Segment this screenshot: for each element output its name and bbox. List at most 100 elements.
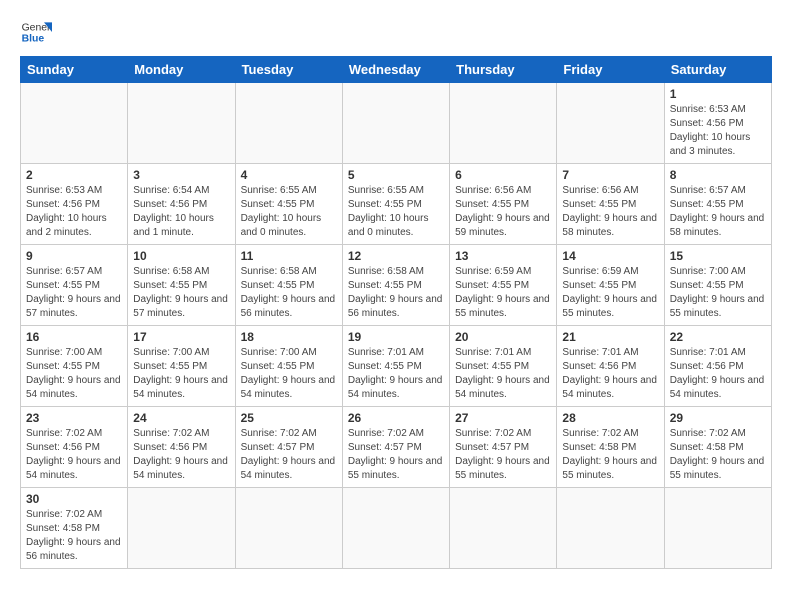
calendar-body: 1Sunrise: 6:53 AM Sunset: 4:56 PM Daylig… [21,83,772,569]
day-info: Sunrise: 7:01 AM Sunset: 4:56 PM Dayligh… [670,346,766,402]
calendar-cell [128,488,235,569]
day-info: Sunrise: 6:56 AM Sunset: 4:55 PM Dayligh… [455,184,551,240]
calendar-cell [664,488,771,569]
calendar-cell: 9 Sunrise: 6:57 AM Sunset: 4:55 PM Daylig… [21,245,128,326]
calendar-cell [342,83,449,164]
calendar-cell: 29 Sunrise: 7:02 AM Sunset: 4:58 PM Dayli… [664,407,771,488]
day-number: 12 [348,249,444,263]
day-info: Sunrise: 6:53 AM Sunset: 4:56 PM Dayligh… [26,184,122,240]
calendar-cell: 24Sunrise: 7:02 AM Sunset: 4:56 PM Dayli… [128,407,235,488]
calendar-cell: 5Sunrise: 6:55 AM Sunset: 4:55 PM Daylig… [342,164,449,245]
day-info: Sunrise: 6:59 AM Sunset: 4:55 PM Dayligh… [455,265,551,321]
calendar-cell [235,488,342,569]
day-number: 26 [348,411,444,425]
calendar-table: SundayMondayTuesdayWednesdayThursdayFrid… [20,56,772,569]
day-number: 8 [670,168,766,182]
day-info: Sunrise: 7:02 AM Sunset: 4:57 PM Dayligh… [348,427,444,483]
weekday-header-tuesday: Tuesday [235,57,342,83]
day-number: 10 [133,249,229,263]
day-number: 9 [26,249,122,263]
day-info: Sunrise: 6:58 AM Sunset: 4:55 PM Dayligh… [133,265,229,321]
calendar-cell [557,488,664,569]
day-info: Sunrise: 7:02 AM Sunset: 4:58 PM Dayligh… [562,427,658,483]
day-info: Sunrise: 7:02 AM Sunset: 4:57 PM Dayligh… [241,427,337,483]
day-info: Sunrise: 7:00 AM Sunset: 4:55 PM Dayligh… [241,346,337,402]
day-info: Sunrise: 6:58 AM Sunset: 4:55 PM Dayligh… [241,265,337,321]
logo: General Blue [20,16,52,48]
calendar-cell [128,83,235,164]
calendar-cell: 13Sunrise: 6:59 AM Sunset: 4:55 PM Dayli… [450,245,557,326]
day-info: Sunrise: 6:54 AM Sunset: 4:56 PM Dayligh… [133,184,229,240]
day-number: 7 [562,168,658,182]
day-number: 2 [26,168,122,182]
calendar-cell: 17Sunrise: 7:00 AM Sunset: 4:55 PM Dayli… [128,326,235,407]
day-info: Sunrise: 6:57 AM Sunset: 4:55 PM Dayligh… [670,184,766,240]
day-number: 29 [670,411,766,425]
week-row-6: 30 Sunrise: 7:02 AM Sunset: 4:58 PM Dayli… [21,488,772,569]
day-info: Sunrise: 6:58 AM Sunset: 4:55 PM Dayligh… [348,265,444,321]
calendar-cell: 1Sunrise: 6:53 AM Sunset: 4:56 PM Daylig… [664,83,771,164]
day-number: 15 [670,249,766,263]
day-info: Sunrise: 7:00 AM Sunset: 4:55 PM Dayligh… [133,346,229,402]
day-info: Sunrise: 7:01 AM Sunset: 4:55 PM Dayligh… [348,346,444,402]
calendar-cell: 23 Sunrise: 7:02 AM Sunset: 4:56 PM Dayli… [21,407,128,488]
weekday-header-sunday: Sunday [21,57,128,83]
day-number: 25 [241,411,337,425]
weekday-header-wednesday: Wednesday [342,57,449,83]
calendar-cell: 28Sunrise: 7:02 AM Sunset: 4:58 PM Dayli… [557,407,664,488]
calendar-cell: 4Sunrise: 6:55 AM Sunset: 4:55 PM Daylig… [235,164,342,245]
day-number: 21 [562,330,658,344]
calendar-cell: 19 Sunrise: 7:01 AM Sunset: 4:55 PM Dayli… [342,326,449,407]
day-number: 19 [348,330,444,344]
day-info: Sunrise: 6:56 AM Sunset: 4:55 PM Dayligh… [562,184,658,240]
calendar-cell: 10 Sunrise: 6:58 AM Sunset: 4:55 PM Dayli… [128,245,235,326]
weekday-header-thursday: Thursday [450,57,557,83]
day-info: Sunrise: 7:02 AM Sunset: 4:58 PM Dayligh… [670,427,766,483]
calendar-cell [235,83,342,164]
calendar-cell: 11 Sunrise: 6:58 AM Sunset: 4:55 PM Dayli… [235,245,342,326]
day-info: Sunrise: 6:55 AM Sunset: 4:55 PM Dayligh… [348,184,444,240]
weekday-header-monday: Monday [128,57,235,83]
calendar-cell: 7 Sunrise: 6:56 AM Sunset: 4:55 PM Daylig… [557,164,664,245]
day-number: 22 [670,330,766,344]
day-number: 14 [562,249,658,263]
week-row-4: 16 Sunrise: 7:00 AM Sunset: 4:55 PM Dayli… [21,326,772,407]
day-number: 3 [133,168,229,182]
calendar-cell: 26 Sunrise: 7:02 AM Sunset: 4:57 PM Dayli… [342,407,449,488]
calendar-cell: 22 Sunrise: 7:01 AM Sunset: 4:56 PM Dayli… [664,326,771,407]
calendar-cell: 30 Sunrise: 7:02 AM Sunset: 4:58 PM Dayli… [21,488,128,569]
day-number: 16 [26,330,122,344]
calendar-cell: 25 Sunrise: 7:02 AM Sunset: 4:57 PM Dayli… [235,407,342,488]
calendar-cell [21,83,128,164]
day-info: Sunrise: 7:02 AM Sunset: 4:56 PM Dayligh… [26,427,122,483]
day-info: Sunrise: 7:01 AM Sunset: 4:55 PM Dayligh… [455,346,551,402]
weekday-header-friday: Friday [557,57,664,83]
day-info: Sunrise: 6:53 AM Sunset: 4:56 PM Dayligh… [670,103,766,159]
weekday-header-saturday: Saturday [664,57,771,83]
calendar-cell: 6 Sunrise: 6:56 AM Sunset: 4:55 PM Daylig… [450,164,557,245]
calendar-cell: 16 Sunrise: 7:00 AM Sunset: 4:55 PM Dayli… [21,326,128,407]
day-info: Sunrise: 7:00 AM Sunset: 4:55 PM Dayligh… [26,346,122,402]
day-info: Sunrise: 7:02 AM Sunset: 4:58 PM Dayligh… [26,508,122,564]
day-number: 11 [241,249,337,263]
calendar-cell [342,488,449,569]
calendar-cell: 3 Sunrise: 6:54 AM Sunset: 4:56 PM Daylig… [128,164,235,245]
calendar-cell: 2 Sunrise: 6:53 AM Sunset: 4:56 PM Daylig… [21,164,128,245]
svg-text:Blue: Blue [22,34,45,45]
day-number: 4 [241,168,337,182]
calendar-cell: 20Sunrise: 7:01 AM Sunset: 4:55 PM Dayli… [450,326,557,407]
day-info: Sunrise: 6:57 AM Sunset: 4:55 PM Dayligh… [26,265,122,321]
day-number: 23 [26,411,122,425]
calendar-cell: 14 Sunrise: 6:59 AM Sunset: 4:55 PM Dayli… [557,245,664,326]
week-row-3: 9 Sunrise: 6:57 AM Sunset: 4:55 PM Daylig… [21,245,772,326]
day-number: 30 [26,492,122,506]
day-number: 24 [133,411,229,425]
calendar-cell [450,83,557,164]
calendar-cell [450,488,557,569]
calendar-cell: 21Sunrise: 7:01 AM Sunset: 4:56 PM Dayli… [557,326,664,407]
weekday-header-row: SundayMondayTuesdayWednesdayThursdayFrid… [21,57,772,83]
day-number: 6 [455,168,551,182]
day-info: Sunrise: 7:02 AM Sunset: 4:57 PM Dayligh… [455,427,551,483]
day-info: Sunrise: 6:59 AM Sunset: 4:55 PM Dayligh… [562,265,658,321]
calendar-cell: 12 Sunrise: 6:58 AM Sunset: 4:55 PM Dayli… [342,245,449,326]
